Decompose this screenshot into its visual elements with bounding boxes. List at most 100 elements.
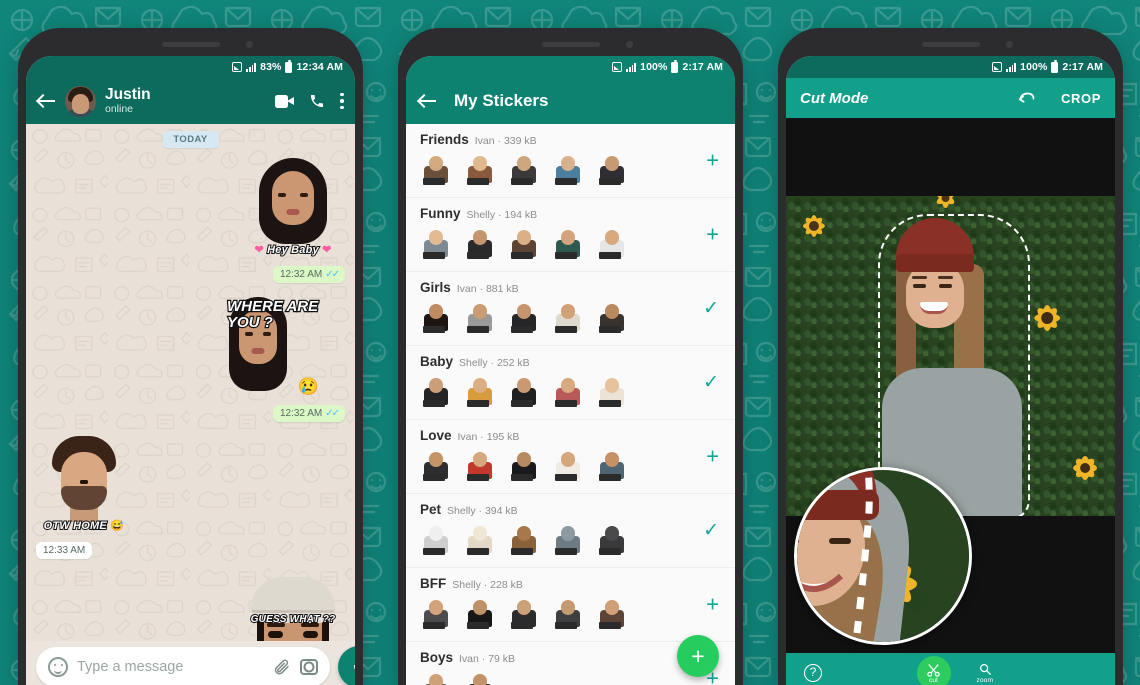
status-bar-chat: 83% 12:34 AM [26,56,355,78]
message-sticker-otw-home[interactable]: OTW HOME 😅 [36,432,345,536]
phone-front-camera [245,41,253,48]
sticker-thumbnail[interactable] [552,449,584,481]
sticker-thumbnail[interactable] [552,523,584,555]
sticker-thumbnail[interactable] [420,449,452,481]
add-sticker-pack-fab[interactable]: + [677,635,719,677]
chat-scroll[interactable]: TODAY ❤ Hey Baby ❤ 12:32 AM ✓✓ WHERE ARE… [26,124,355,641]
overflow-menu-icon[interactable] [340,92,344,110]
sticker-thumbnail[interactable] [596,375,628,407]
pack-header: Girls Ivan · 881 kB [420,280,721,295]
sticker-thumbnail[interactable] [420,375,452,407]
pack-header: Love Ivan · 195 kB [420,428,721,443]
sticker-thumbnail[interactable] [420,523,452,555]
pack-thumbnails [420,520,721,555]
sticker-thumbnail[interactable] [420,227,452,259]
sticker-thumbnail[interactable] [596,227,628,259]
sticker-pack-row[interactable]: Love Ivan · 195 kB + [406,420,735,494]
microphone-icon[interactable] [338,646,355,685]
sticker-thumbnail[interactable] [464,523,496,555]
pack-header: Boys Ivan · 79 kB [420,650,721,665]
pack-added-indicator[interactable]: ✓ [703,521,719,541]
sticker-pack-row[interactable]: BFF Shelly · 228 kB + [406,568,735,642]
pack-name: Baby [420,354,454,369]
cut-tool-label: cut [929,676,938,684]
sticker-thumbnail[interactable] [464,375,496,407]
sticker-thumbnail[interactable] [464,153,496,185]
pack-added-indicator[interactable]: ✓ [703,373,719,393]
sticker-thumbnail[interactable] [508,227,540,259]
zoom-lens[interactable] [794,467,972,645]
photo-preview[interactable] [786,196,1115,516]
sticker-caption: ❤ Hey Baby ❤ [254,243,332,257]
camera-icon[interactable] [300,659,318,675]
sticker-pack-row[interactable]: Pet Shelly · 394 kB ✓ [406,494,735,568]
chat-contact-meta[interactable]: Justin online [105,86,275,115]
pack-add-button[interactable]: + [706,593,719,616]
contact-status: online [105,102,134,115]
sticker-thumbnail[interactable] [420,671,452,685]
sim-icon [231,62,242,72]
message-sticker-hey-baby[interactable]: ❤ Hey Baby ❤ [36,156,345,260]
sticker-thumbnail[interactable] [596,301,628,333]
sticker-pack-list[interactable]: Friends Ivan · 339 kB + Funny Shelly · 1… [406,124,735,685]
sticker-thumbnail[interactable] [552,227,584,259]
sticker-thumbnail[interactable] [596,523,628,555]
message-sticker-where-are-you[interactable]: WHERE ARE YOU ? 😢 [36,293,345,399]
sticker-thumbnail[interactable] [464,449,496,481]
stickers-screen: 100% 2:17 AM My Stickers Friends Ivan · … [406,56,735,685]
pack-name: Funny [420,206,461,221]
sticker-thumbnail[interactable] [596,597,628,629]
cut-mode-canvas[interactable] [786,118,1115,653]
page-title: Cut Mode [800,89,869,107]
sticker-thumbnail[interactable] [596,449,628,481]
emoji-icon[interactable] [48,657,68,677]
sticker-thumbnail[interactable] [508,523,540,555]
sticker-thumbnail[interactable] [420,597,452,629]
contact-avatar[interactable] [65,85,96,117]
battery-icon [671,59,679,73]
pack-add-button[interactable]: + [706,223,719,246]
sim-icon [991,62,1002,72]
zoom-tool-button[interactable]: zoom [977,662,994,684]
sticker-thumbnail[interactable] [464,597,496,629]
sticker-thumbnail[interactable] [420,301,452,333]
pack-name: Friends [420,132,469,147]
back-arrow-icon[interactable] [37,91,57,111]
sticker-pack-row[interactable]: Funny Shelly · 194 kB + [406,198,735,272]
pack-add-button[interactable]: + [706,445,719,468]
sticker-thumbnail[interactable] [552,375,584,407]
sticker-thumbnail[interactable] [596,153,628,185]
message-meta-3: 12:33 AM [36,542,345,559]
sticker-thumbnail[interactable] [552,597,584,629]
sticker-thumbnail[interactable] [464,301,496,333]
sticker-pack-row[interactable]: Friends Ivan · 339 kB + [406,124,735,198]
back-arrow-icon[interactable] [418,91,438,111]
sticker-thumbnail[interactable] [552,301,584,333]
status-time: 2:17 AM [1062,61,1103,73]
sticker-thumbnail[interactable] [464,227,496,259]
sticker-thumbnail[interactable] [464,671,496,685]
message-input[interactable] [77,659,264,675]
sticker-thumbnail[interactable] [508,449,540,481]
undo-icon[interactable] [1017,90,1035,106]
paperclip-icon[interactable] [273,657,291,677]
sticker-thumbnail[interactable] [420,153,452,185]
help-icon[interactable]: ? [804,664,822,682]
cut-tool-button[interactable]: cut [916,656,951,685]
pack-add-button[interactable]: + [706,149,719,172]
pack-added-indicator[interactable]: ✓ [703,299,719,319]
message-sticker-guess-what[interactable]: GUESS WHAT ?? [36,569,345,641]
video-call-icon[interactable] [275,94,294,108]
sticker-thumbnail[interactable] [508,375,540,407]
sticker-thumbnail[interactable] [508,301,540,333]
phone-my-stickers: 100% 2:17 AM My Stickers Friends Ivan · … [398,28,743,685]
sticker-thumbnail[interactable] [552,153,584,185]
phone-speaker [921,42,980,47]
crop-button[interactable]: CROP [1061,91,1101,106]
sticker-pack-row[interactable]: Baby Shelly · 252 kB ✓ [406,346,735,420]
sticker-pack-row[interactable]: Girls Ivan · 881 kB ✓ [406,272,735,346]
sticker-thumbnail[interactable] [508,153,540,185]
pack-header: Friends Ivan · 339 kB [420,132,721,147]
voice-call-icon[interactable] [309,93,325,109]
sticker-thumbnail[interactable] [508,597,540,629]
